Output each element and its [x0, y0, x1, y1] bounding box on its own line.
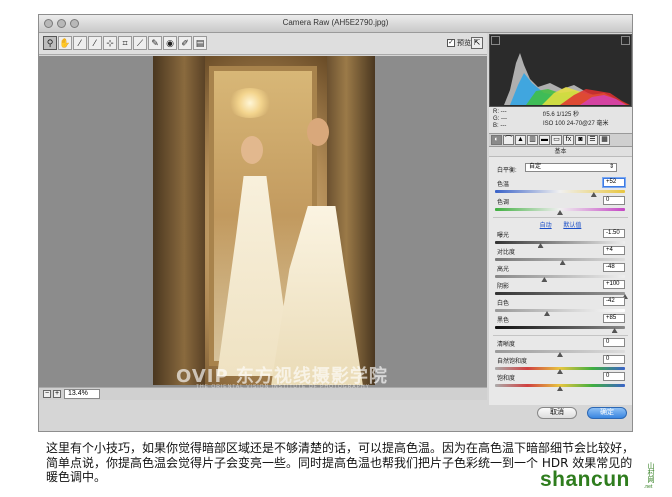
tool-bar: ⚲ ✋ ⁄ ⁄ ⊹ ⌗ ⟋ ✎ ◉ ✐ ▤ ✓ 预览 ⇱: [39, 33, 487, 55]
tab-detail-icon[interactable]: ▲: [515, 135, 526, 145]
default-link[interactable]: 默认值: [563, 223, 581, 229]
temperature-slider[interactable]: [495, 190, 625, 193]
window-title: Camera Raw (AH5E2790.jpg): [282, 18, 389, 27]
camera-info: R: --- G: --- B: --- f/5.6 1/125 秒 ISO 1…: [489, 107, 632, 133]
preview-checkbox[interactable]: ✓ 预览: [447, 38, 471, 48]
logo-sub-text: .net: [644, 484, 653, 490]
clarity-value[interactable]: 0: [603, 338, 625, 347]
saturation-value[interactable]: 0: [603, 372, 625, 381]
auto-default-links: 自动 默认值: [489, 220, 632, 229]
preview-photo: [153, 56, 375, 385]
highlights-slider[interactable]: [495, 275, 625, 278]
tab-split-toning-icon[interactable]: ▬: [539, 135, 550, 145]
exposure-info: f/5.6 1/125 秒 ISO 100 24-70@27 毫米: [543, 111, 608, 129]
blacks-label: 黑色: [497, 318, 510, 324]
highlights-value[interactable]: -48: [603, 263, 625, 272]
photo-bride-head: [307, 118, 329, 146]
white-balance-value: 自定: [529, 164, 542, 170]
panel-title: 基本: [489, 147, 632, 157]
logo-text: shancun: [540, 468, 630, 491]
adjustment-brush-icon[interactable]: ✐: [178, 36, 192, 50]
divider: [493, 217, 628, 218]
tab-basic-icon[interactable]: ◐: [491, 135, 502, 145]
shadows-slider[interactable]: [495, 292, 625, 295]
contrast-slider[interactable]: [495, 258, 625, 261]
photo-bride-reflection-head: [241, 136, 263, 164]
graduated-filter-icon[interactable]: ▤: [193, 36, 207, 50]
tab-tone-curve-icon[interactable]: ⌒: [503, 135, 514, 145]
preview-canvas[interactable]: [39, 56, 487, 387]
logo-cn-text: 山村网: [647, 462, 654, 483]
exposure-value[interactable]: -1.50: [603, 229, 625, 238]
blacks-value[interactable]: +85: [603, 314, 625, 323]
panel-tabs: ◐ ⌒ ▲ ▥ ▬ ▭ fx ◙ ☰ ▦: [489, 133, 632, 147]
zoom-out-icon[interactable]: −: [43, 390, 51, 398]
divider: [493, 335, 628, 336]
temperature-value[interactable]: +52: [603, 178, 625, 187]
chevron-down-icon: ⇕: [608, 164, 614, 170]
histogram-graph: [504, 53, 630, 105]
aperture-shutter-text: f/5.6 1/125 秒: [543, 112, 580, 118]
clarity-label: 清晰度: [497, 342, 516, 348]
auto-link[interactable]: 自动: [540, 223, 552, 229]
shadow-clipping-icon[interactable]: [491, 36, 500, 45]
preview-check-icon[interactable]: ✓: [447, 39, 455, 47]
tab-lens-icon[interactable]: ▭: [551, 135, 562, 145]
g-readout: G: ---: [493, 116, 507, 122]
temperature-label: 色温: [497, 182, 510, 188]
tool-group: ⚲ ✋ ⁄ ⁄ ⊹ ⌗ ⟋ ✎ ◉ ✐ ▤: [43, 36, 207, 50]
white-balance-select[interactable]: 自定 ⇕: [525, 163, 617, 172]
color-sampler-icon[interactable]: ⁄: [88, 36, 102, 50]
zoom-level-field[interactable]: 13.4%: [64, 389, 100, 399]
photo-chandelier: [227, 88, 273, 118]
histogram: [489, 34, 632, 107]
tab-camera-calibration-icon[interactable]: ◙: [575, 135, 586, 145]
title-bar: Camera Raw (AH5E2790.jpg): [39, 15, 632, 33]
spot-removal-icon[interactable]: ✎: [148, 36, 162, 50]
tint-label: 色调: [497, 200, 510, 206]
white-balance-icon[interactable]: ⁄: [73, 36, 87, 50]
tab-hsl-icon[interactable]: ▥: [527, 135, 538, 145]
watermark-subtext: THE ORIENTAL VISION INSTITUTE OF PHOTOGR…: [196, 384, 370, 390]
zoom-icon[interactable]: ⚲: [43, 36, 57, 50]
tab-snapshots-icon[interactable]: ▦: [599, 135, 610, 145]
vibrance-label: 自然饱和度: [497, 359, 528, 365]
ok-button[interactable]: 确定: [587, 407, 627, 419]
r-readout: R: ---: [493, 109, 507, 115]
highlights-label: 高光: [497, 267, 510, 273]
whites-value[interactable]: -42: [603, 297, 625, 306]
shadows-label: 阴影: [497, 284, 510, 290]
highlight-clipping-icon[interactable]: [621, 36, 630, 45]
site-logo: shancun 山村网 .net: [540, 460, 668, 494]
contrast-label: 对比度: [497, 250, 516, 256]
iso-lens-text: ISO 100 24-70@27 毫米: [543, 121, 609, 127]
photo-left-curtain: [153, 56, 205, 385]
b-readout: B: ---: [493, 123, 507, 129]
target-adjust-icon[interactable]: ⊹: [103, 36, 117, 50]
basic-panel: 白平衡: 自定 ⇕ 色温 +52 色调 0 自动 默认值 曝光 -1.50 对比…: [489, 157, 632, 405]
straighten-icon[interactable]: ⟋: [133, 36, 147, 50]
tint-value[interactable]: 0: [603, 196, 625, 205]
exposure-label: 曝光: [497, 233, 510, 239]
whites-slider[interactable]: [495, 309, 625, 312]
blacks-slider[interactable]: [495, 326, 625, 329]
exposure-slider[interactable]: [495, 241, 625, 244]
crop-icon[interactable]: ⌗: [118, 36, 132, 50]
tab-presets-icon[interactable]: ☰: [587, 135, 598, 145]
vibrance-value[interactable]: 0: [603, 355, 625, 364]
contrast-value[interactable]: +4: [603, 246, 625, 255]
fullscreen-icon[interactable]: ⇱: [471, 37, 483, 49]
red-eye-icon[interactable]: ◉: [163, 36, 177, 50]
zoom-in-icon[interactable]: +: [53, 390, 61, 398]
hand-icon[interactable]: ✋: [58, 36, 72, 50]
tab-effects-icon[interactable]: fx: [563, 135, 574, 145]
shadows-value[interactable]: +100: [603, 280, 625, 289]
saturation-label: 饱和度: [497, 376, 516, 382]
whites-label: 白色: [497, 301, 510, 307]
cancel-button[interactable]: 取消: [537, 407, 577, 419]
rgb-readout: R: --- G: --- B: ---: [493, 109, 507, 130]
preview-label: 预览: [457, 40, 471, 47]
wb-label: 白平衡:: [497, 168, 517, 174]
